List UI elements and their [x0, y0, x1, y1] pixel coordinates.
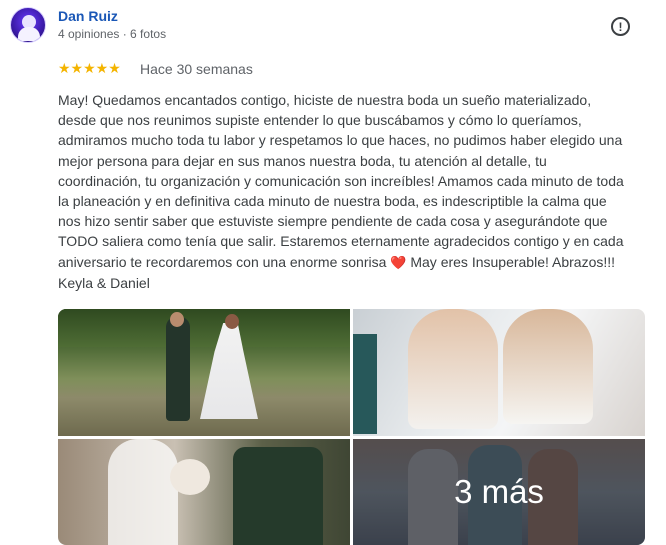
review-photo-more[interactable]: 3 más [353, 439, 645, 545]
report-symbol: ! [618, 19, 623, 34]
review-photo-2[interactable] [353, 309, 645, 436]
review-time: Hace 30 semanas [140, 61, 253, 77]
bottle-shape [353, 334, 377, 434]
star-rating: ★★★★★ [58, 60, 121, 76]
more-photos-label: 3 más [454, 473, 544, 510]
shoe-shape-left [408, 309, 498, 429]
reviewer-avatar[interactable] [10, 7, 46, 43]
review-card: Dan Ruiz 4 opiniones · 6 fotos ! ★★★★★ H… [0, 0, 666, 545]
review-photo-3[interactable] [58, 439, 350, 545]
reviewer-meta: 4 opiniones · 6 fotos [58, 27, 167, 41]
reviewer-name[interactable]: Dan Ruiz [58, 8, 118, 24]
bouquet-shape [170, 459, 210, 495]
avatar-body-shape [18, 27, 40, 41]
veil-shape [108, 439, 178, 545]
review-text-part1: May! Quedamos encantados contigo, hicist… [58, 92, 624, 270]
groom-figure [166, 317, 190, 421]
report-flag-icon[interactable]: ! [611, 17, 630, 36]
review-text: May! Quedamos encantados contigo, hicist… [58, 90, 643, 293]
groom-shape [233, 447, 323, 545]
groom-head [170, 312, 184, 327]
bride-head [225, 314, 239, 329]
heart-icon: ❤️ [390, 254, 407, 270]
tree-shape [58, 309, 350, 347]
shoe-shape-right [503, 309, 593, 424]
review-photo-1[interactable] [58, 309, 350, 436]
